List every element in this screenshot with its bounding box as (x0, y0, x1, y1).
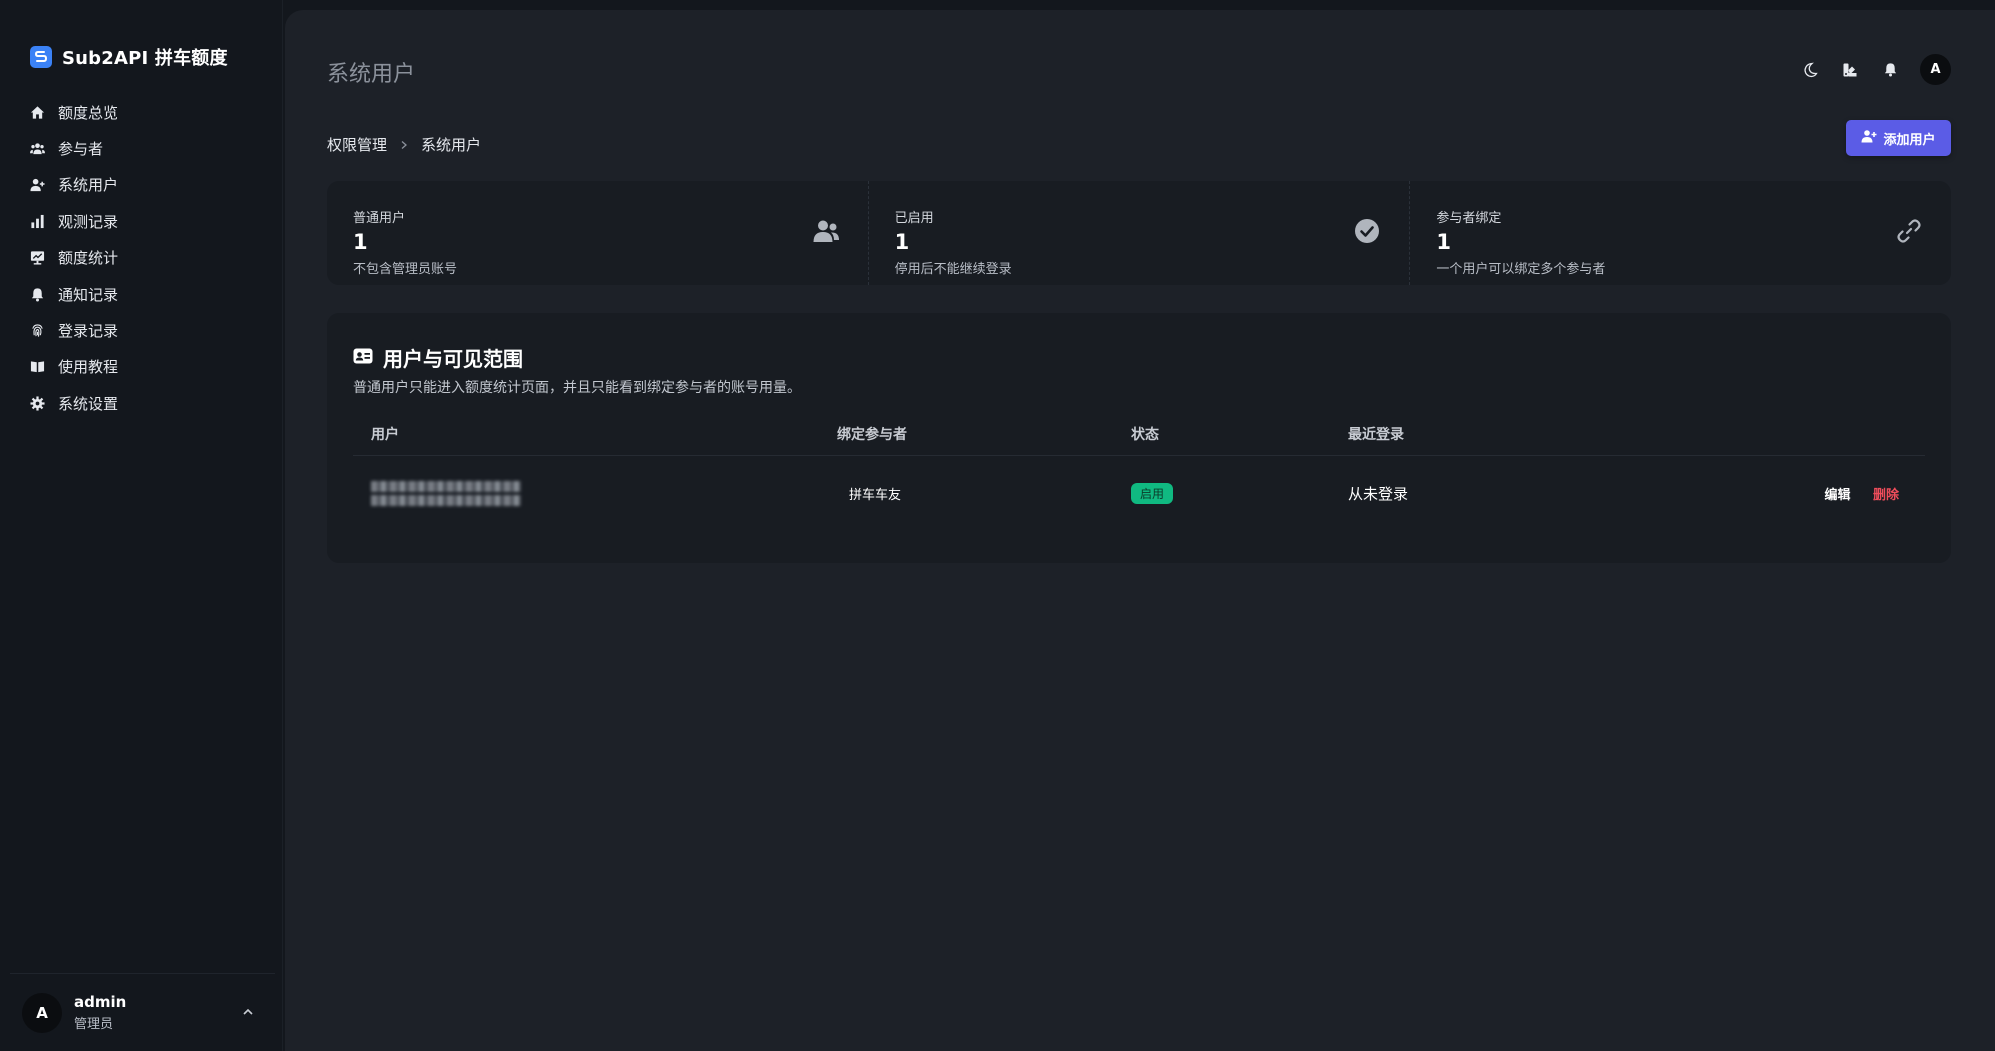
stat-label: 参与者绑定 (1436, 211, 1502, 226)
redacted-user-info (371, 480, 521, 506)
chart-board-icon (28, 249, 46, 267)
users-card: 用户与可见范围 普通用户只能进入额度统计页面，并且只能看到绑定参与者的账号用量。… (327, 313, 1951, 563)
status-badge: 启用 (1131, 482, 1174, 504)
palette-icon[interactable] (1840, 60, 1860, 80)
sidebar-item-label: 通知记录 (58, 285, 119, 304)
add-user-button[interactable]: 添加用户 (1846, 120, 1951, 156)
bar-chart-icon (28, 212, 46, 230)
sidebar-item-label: 参与者 (58, 140, 104, 159)
users-icon (28, 140, 46, 158)
sidebar-item-quota-stats[interactable]: 额度统计 (28, 240, 268, 276)
sidebar-item-notifications[interactable]: 通知记录 (28, 276, 268, 312)
user-name: admin (74, 993, 127, 1011)
stat-label: 普通用户 (353, 211, 406, 226)
avatar: A (22, 992, 62, 1033)
sidebar: Sub2API 拼车额度 额度总览 参与者 系统用户 观测记录 额度统计 通知记… (0, 0, 283, 1051)
column-header-last-login: 最近登录 (1348, 427, 1404, 443)
card-description: 普通用户只能进入额度统计页面，并且只能看到绑定参与者的账号用量。 (353, 380, 801, 396)
actions-cell: 编辑 删除 (1748, 484, 1925, 503)
stat-desc: 停用后不能继续登录 (894, 262, 1012, 277)
bind-cell: 拼车车友 (837, 484, 1131, 503)
id-card-icon (353, 348, 373, 368)
user-plus-icon (28, 176, 46, 194)
stats-panel: 普通用户 1 不包含管理员账号 已启用 1 停用后不能继续登录 参与者绑定 1 … (327, 181, 1951, 285)
page-title: 系统用户 (327, 62, 416, 87)
user-meta: admin 管理员 (74, 993, 126, 1032)
column-header-status: 状态 (1131, 427, 1159, 443)
fingerprint-icon (28, 322, 46, 340)
user-cell (353, 478, 837, 509)
main-content: 系统用户 A 权限管理 系统用户 添加用户 普通用户 1 不包含管理员账号 已启… (285, 10, 1995, 1051)
bell-icon[interactable] (1880, 60, 1900, 80)
breadcrumb-current: 系统用户 (421, 136, 482, 154)
bind-value: 拼车车友 (849, 487, 902, 503)
card-title: 用户与可见范围 (383, 347, 523, 371)
link-icon (1895, 217, 1923, 245)
sidebar-item-label: 额度总览 (58, 103, 119, 122)
home-icon (28, 103, 46, 121)
moon-icon[interactable] (1800, 60, 1820, 80)
chevron-right-icon (399, 136, 409, 154)
stat-participant-binding: 参与者绑定 1 一个用户可以绑定多个参与者 (1410, 181, 1951, 285)
sidebar-item-label: 系统设置 (58, 394, 119, 413)
sidebar-item-tutorial[interactable]: 使用教程 (28, 349, 268, 385)
stat-value: 1 (1436, 230, 1451, 254)
edit-button[interactable]: 编辑 (1825, 488, 1851, 503)
breadcrumb: 权限管理 系统用户 (327, 134, 481, 155)
sidebar-item-label: 额度统计 (58, 249, 119, 268)
stat-regular-users: 普通用户 1 不包含管理员账号 (327, 181, 869, 285)
sidebar-item-settings[interactable]: 系统设置 (28, 385, 268, 421)
status-cell: 启用 (1131, 482, 1348, 504)
stat-value: 1 (894, 230, 910, 254)
sidebar-nav: 额度总览 参与者 系统用户 观测记录 额度统计 通知记录 登录记录 使用教程 系… (28, 94, 268, 422)
last-login-cell: 从未登录 (1348, 483, 1748, 504)
brand[interactable]: Sub2API 拼车额度 (30, 44, 228, 70)
sidebar-item-label: 使用教程 (58, 358, 119, 377)
breadcrumb-parent[interactable]: 权限管理 (327, 134, 387, 155)
users-icon (812, 217, 840, 245)
avatar[interactable]: A (1920, 54, 1951, 85)
sidebar-item-overview[interactable]: 额度总览 (28, 94, 268, 130)
redacted-line (371, 480, 521, 492)
sidebar-user-menu[interactable]: A admin 管理员 (10, 973, 275, 1051)
brand-title: Sub2API 拼车额度 (62, 48, 228, 69)
sidebar-item-label: 观测记录 (58, 212, 119, 231)
stat-enabled: 已启用 1 停用后不能继续登录 (869, 181, 1411, 285)
card-header: 用户与可见范围 (353, 343, 523, 372)
add-user-label: 添加用户 (1883, 132, 1936, 148)
bell-icon (28, 285, 46, 303)
sidebar-item-label: 系统用户 (58, 176, 119, 195)
stat-value: 1 (353, 230, 368, 254)
table-header: 用户 绑定参与者 状态 最近登录 (353, 413, 1925, 456)
gear-icon (28, 394, 46, 412)
brand-logo-icon (30, 46, 52, 68)
top-actions: A (1800, 54, 1951, 85)
redacted-line (371, 494, 521, 506)
last-login-value: 从未登录 (1348, 484, 1409, 503)
column-header-bind: 绑定参与者 (837, 427, 907, 443)
book-icon (28, 358, 46, 376)
sidebar-item-system-users[interactable]: 系统用户 (28, 167, 268, 203)
stat-label: 已启用 (894, 211, 934, 226)
check-circle-icon (1353, 217, 1381, 245)
app-root: Sub2API 拼车额度 额度总览 参与者 系统用户 观测记录 额度统计 通知记… (0, 0, 1995, 1051)
sidebar-item-observations[interactable]: 观测记录 (28, 203, 268, 239)
delete-button[interactable]: 删除 (1873, 488, 1899, 503)
chevron-up-icon[interactable] (241, 1004, 255, 1018)
sidebar-item-participants[interactable]: 参与者 (28, 130, 268, 166)
sidebar-item-label: 登录记录 (58, 322, 119, 341)
column-header-user: 用户 (371, 427, 399, 443)
sidebar-item-login-records[interactable]: 登录记录 (28, 312, 268, 348)
stat-desc: 一个用户可以绑定多个参与者 (1436, 262, 1606, 277)
stat-desc: 不包含管理员账号 (353, 262, 458, 277)
users-table: 用户 绑定参与者 状态 最近登录 拼车车友 启用 从未登录 编辑 删除 (353, 413, 1925, 530)
table-row: 拼车车友 启用 从未登录 编辑 删除 (353, 456, 1925, 530)
user-plus-icon (1861, 129, 1877, 147)
user-role: 管理员 (74, 1017, 114, 1032)
